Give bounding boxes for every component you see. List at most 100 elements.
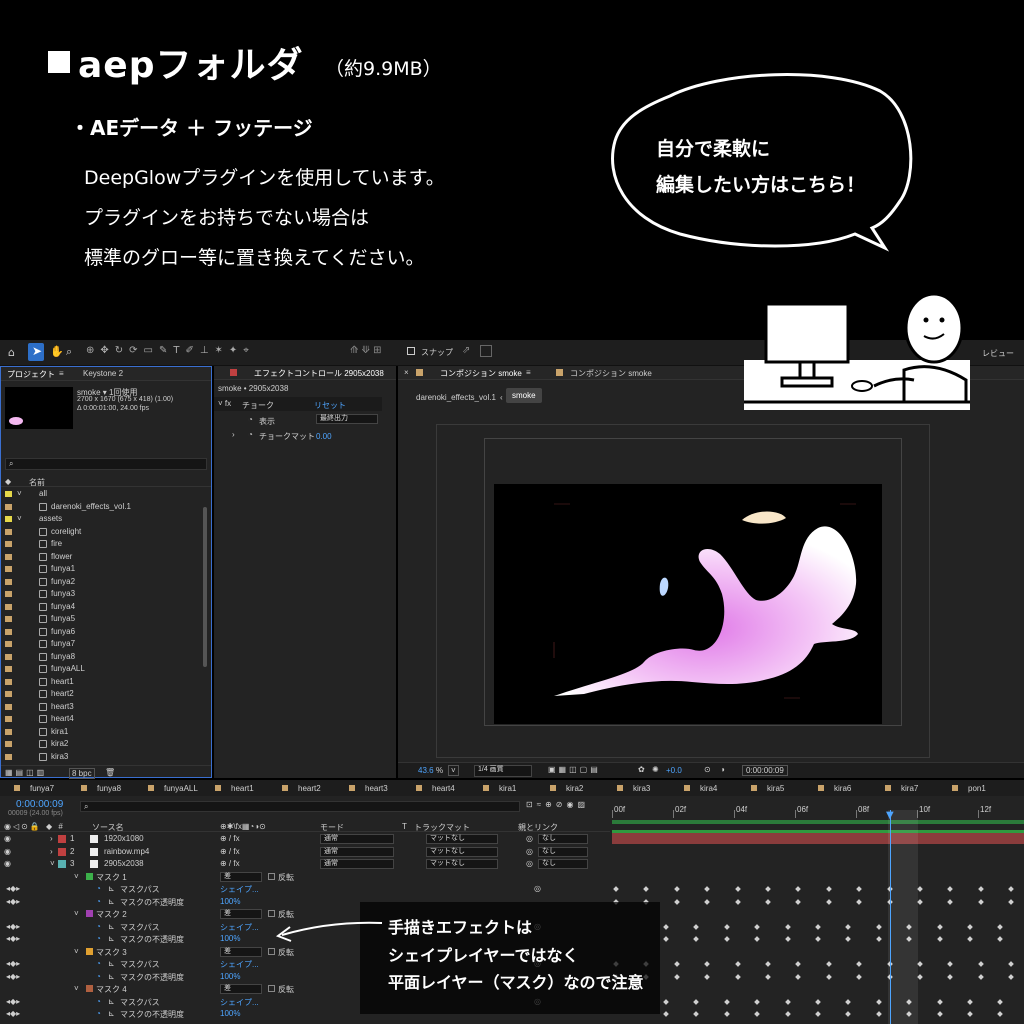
project-item[interactable]: funya8: [1, 651, 211, 663]
project-search-input[interactable]: ⌕: [5, 458, 207, 470]
layer-name[interactable]: 2905x2038: [104, 859, 144, 868]
col-parent[interactable]: 親とリンク: [518, 822, 558, 833]
keyframe[interactable]: [825, 961, 832, 967]
keyframe[interactable]: [754, 1011, 761, 1017]
keyframe[interactable]: [765, 961, 771, 967]
keyframe[interactable]: [875, 998, 882, 1005]
keyframe[interactable]: [815, 936, 821, 942]
stopwatch-icon-2[interactable]: ◔: [248, 430, 253, 439]
snap-options-icon[interactable]: ⇗: [462, 345, 470, 356]
timeline-switch-icons[interactable]: ⊡≈⊕⊘◉▨: [526, 800, 589, 809]
timeline-tab[interactable]: kira1: [499, 784, 516, 793]
timeline-tab[interactable]: kira7: [901, 784, 918, 793]
property-value[interactable]: 100%: [220, 1009, 240, 1018]
keyframe[interactable]: [723, 1011, 730, 1017]
keyframe[interactable]: [784, 936, 791, 942]
show-snapshot-icon[interactable]: ◑: [720, 765, 725, 774]
keyframe[interactable]: [875, 936, 882, 942]
keyframe[interactable]: [845, 1011, 852, 1017]
col-track-matte[interactable]: トラックマット: [414, 822, 470, 833]
stopwatch-icon[interactable]: ◔: [96, 922, 101, 931]
keyframe[interactable]: [936, 936, 943, 942]
mask-name[interactable]: マスク 4: [96, 984, 127, 995]
timeline-tab[interactable]: kira3: [633, 784, 650, 793]
project-item[interactable]: corelight: [1, 526, 211, 538]
keyframe[interactable]: [947, 886, 954, 892]
tab-keystone[interactable]: Keystone 2: [83, 369, 123, 378]
tab-project[interactable]: プロジェクト: [7, 369, 55, 380]
timeline-tab[interactable]: heart3: [365, 784, 388, 793]
expand-arrow[interactable]: ˅: [74, 984, 79, 993]
stopwatch-icon[interactable]: ◔: [96, 997, 101, 1006]
col-source-name[interactable]: ソース名: [92, 822, 124, 833]
keyframe[interactable]: [947, 898, 954, 905]
project-item[interactable]: kira1: [1, 726, 211, 738]
close-icon[interactable]: ×: [404, 368, 409, 377]
expand-arrow[interactable]: ˅: [50, 859, 55, 868]
expand-arrow[interactable]: ˅: [74, 872, 79, 881]
graph-icon[interactable]: ⊾: [108, 972, 115, 981]
keyframe[interactable]: [997, 923, 1004, 930]
timeline-tab[interactable]: kira6: [834, 784, 851, 793]
timeline-tab[interactable]: heart4: [432, 784, 455, 793]
keyframe[interactable]: [673, 961, 680, 967]
keyframe[interactable]: [997, 936, 1004, 942]
keyframe[interactable]: [765, 898, 771, 905]
keyframe[interactable]: [967, 998, 973, 1005]
property-value[interactable]: シェイプ...: [220, 922, 259, 933]
property-value[interactable]: シェイプ...: [220, 997, 259, 1008]
expand-arrow[interactable]: ˅: [17, 514, 22, 523]
timeline-tab[interactable]: kira2: [566, 784, 583, 793]
keyframe[interactable]: [693, 998, 700, 1005]
parent-dropdown[interactable]: なし: [538, 859, 588, 869]
track-matte-dropdown[interactable]: マットなし: [426, 859, 498, 869]
grid-icon[interactable]: [480, 345, 492, 357]
property-value[interactable]: 100%: [220, 972, 240, 981]
mode-dropdown[interactable]: 通常: [320, 859, 394, 869]
work-area-bar[interactable]: [612, 820, 1024, 824]
trash-icon[interactable]: 🗑: [105, 768, 115, 777]
expand-arrow[interactable]: ›: [50, 847, 53, 856]
breadcrumb-current[interactable]: smoke: [506, 388, 542, 403]
invert-checkbox[interactable]: [268, 985, 275, 992]
project-item[interactable]: funya5: [1, 613, 211, 625]
mask-name[interactable]: マスク 3: [96, 947, 127, 958]
layer-switches[interactable]: ⊕ / fx: [220, 859, 240, 868]
project-item[interactable]: flower: [1, 551, 211, 563]
expand-arrow[interactable]: ˅: [17, 489, 22, 498]
keyframe[interactable]: [967, 1011, 973, 1017]
keyframe[interactable]: [856, 973, 863, 980]
playhead-line[interactable]: [890, 810, 891, 1024]
keyframe[interactable]: [693, 936, 700, 942]
stopwatch-icon[interactable]: ◔: [96, 897, 101, 906]
keyframe[interactable]: [815, 1011, 821, 1017]
keyframe[interactable]: [704, 898, 711, 905]
keyframe-nav-icon[interactable]: ◂◆▸: [6, 959, 20, 968]
tool-icons-row[interactable]: ⊕✥↻⟳▭✎T✐⊥✶✦⌖: [86, 345, 255, 356]
keyframe-nav-icon[interactable]: ◂◆▸: [6, 934, 20, 943]
track-matte-dropdown[interactable]: マットなし: [426, 846, 498, 857]
keyframe[interactable]: [936, 923, 943, 930]
keyframe[interactable]: [1008, 961, 1015, 967]
track-matte-dropdown[interactable]: マットなし: [426, 834, 498, 844]
keyframe[interactable]: [936, 998, 943, 1005]
exposure-icon[interactable]: ✺: [652, 765, 659, 774]
stopwatch-icon[interactable]: ◔: [248, 415, 253, 424]
graph-icon[interactable]: ⊾: [108, 884, 115, 893]
keyframe[interactable]: [795, 886, 802, 892]
footer-icons[interactable]: ▦▤◫▥: [5, 768, 47, 777]
keyframe[interactable]: [765, 886, 771, 892]
scrollbar[interactable]: [203, 507, 207, 667]
expand-arrow[interactable]: ›: [50, 834, 53, 843]
keyframe[interactable]: [663, 998, 669, 1005]
keyframe[interactable]: [856, 961, 863, 967]
keyframe[interactable]: [613, 886, 619, 892]
keyframe[interactable]: [693, 923, 700, 930]
keyframe[interactable]: [917, 973, 923, 980]
keyframe[interactable]: [815, 923, 821, 930]
col-mode[interactable]: モード: [320, 822, 344, 833]
eye-icon[interactable]: ◉: [4, 847, 11, 856]
keyframe[interactable]: [734, 961, 741, 967]
exposure-value[interactable]: +0.0: [666, 766, 682, 775]
keyframe[interactable]: [673, 898, 680, 905]
